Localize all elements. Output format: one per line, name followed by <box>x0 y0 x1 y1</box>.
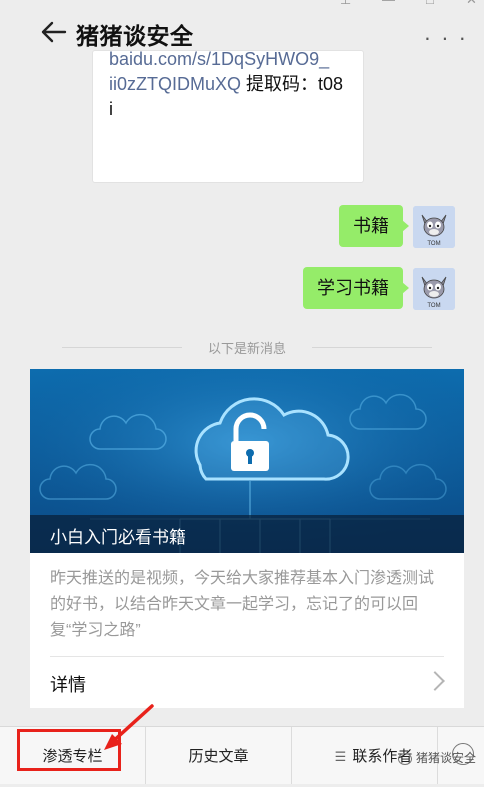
back-arrow-icon[interactable] <box>40 18 68 46</box>
previous-link-message[interactable]: baidu.com/s/1DqSyHWO9_ ii0zZTQIDMuXQ 提取码… <box>92 50 364 183</box>
menu-list-icon: ☰ <box>334 749 347 764</box>
chat-title: 猪猪谈安全 <box>76 23 194 49</box>
new-messages-divider: 以下是新消息 <box>62 337 432 357</box>
details-link[interactable]: 详情 <box>50 671 86 697</box>
sent-message-bubble[interactable]: 学习书籍 <box>303 267 409 309</box>
more-options-icon[interactable]: · · · <box>424 27 468 49</box>
article-cover-image[interactable]: 小白入门必看书籍 <box>30 369 464 553</box>
divider <box>50 656 444 657</box>
avatar[interactable]: TOM <box>413 268 455 310</box>
link-text-continued[interactable]: ii0zZTQIDMuXQ <box>109 74 241 94</box>
caption-bar: 小白入门必看书籍 <box>30 515 464 553</box>
extract-code-tail: i <box>109 99 113 119</box>
link-text[interactable]: baidu.com/s/1DqSyHWO9_ <box>109 51 349 72</box>
account-watermark: 猪猪谈安全 <box>397 749 476 766</box>
article-card[interactable]: 小白入门必看书籍 昨天推送的是视频，今天给大家推荐基本入门渗透测试的好书，以结合… <box>30 369 464 708</box>
close-icon[interactable]: ✕ <box>466 0 477 8</box>
minimize-icon[interactable]: — <box>382 0 395 7</box>
link-line: ii0zZTQIDMuXQ 提取码：t08 <box>109 72 349 97</box>
tom-cat-avatar-icon: TOM <box>413 268 455 310</box>
pin-icon[interactable]: ⊥ <box>340 0 351 8</box>
divider-label: 以下是新消息 <box>207 341 286 356</box>
sent-message-bubble[interactable]: 书籍 <box>339 205 409 247</box>
wechat-logo-icon <box>397 752 412 765</box>
tom-cat-avatar-icon: TOM <box>413 206 455 248</box>
article-title[interactable]: 小白入门必看书籍 <box>50 523 186 548</box>
chevron-right-icon[interactable] <box>425 671 445 691</box>
menu-history-articles[interactable]: 历史文章 <box>146 727 291 784</box>
article-summary: 昨天推送的是视频，今天给大家推荐基本入门渗透测试的好书，以结合昨天文章一起学习，… <box>50 570 435 639</box>
avatar[interactable]: TOM <box>413 206 455 248</box>
svg-text:TOM: TOM <box>427 303 440 309</box>
extract-code-label: 提取码：t08 <box>241 74 344 94</box>
svg-text:TOM: TOM <box>427 241 440 247</box>
maximize-icon[interactable]: □ <box>426 0 434 7</box>
annotation-highlight-box <box>17 729 121 771</box>
